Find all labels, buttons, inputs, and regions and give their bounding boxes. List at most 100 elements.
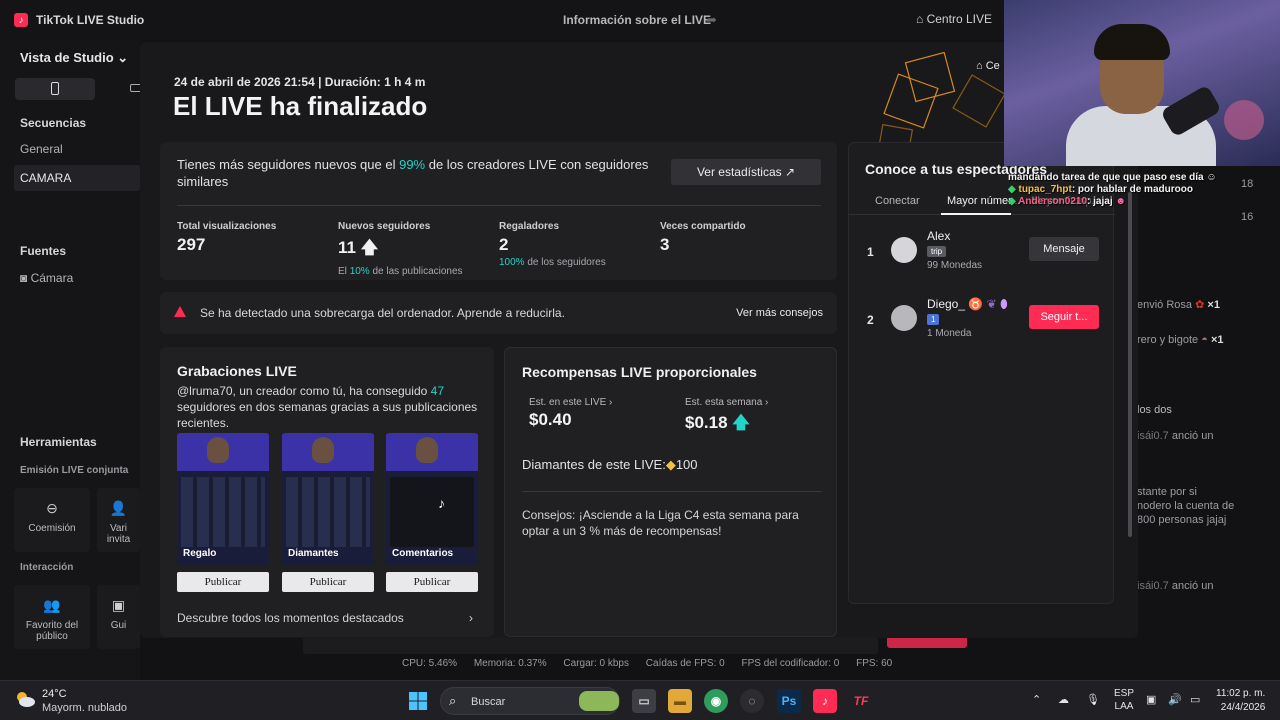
upload-status: Cargar: 0 kbps <box>563 658 629 669</box>
reward-this-week-value: $0.18 <box>685 413 728 432</box>
thumb-face <box>207 437 229 463</box>
viewer-coins: 99 Monedas <box>927 260 983 271</box>
favorite-label: Favorito del público <box>25 620 79 642</box>
bg-gift-rose-text: envió Rosa <box>1137 299 1193 311</box>
coemision-label: Coemisión <box>28 523 76 534</box>
landscape-toggle[interactable] <box>126 78 142 100</box>
task-view-icon[interactable]: ▭ <box>632 689 656 713</box>
chat-text: mandando tarea de que que paso ese día <box>1008 172 1204 183</box>
gem-icon: ⬮ <box>1000 297 1008 311</box>
viewer-name[interactable]: Alex <box>927 229 950 243</box>
hat-icon: ◓ <box>1201 334 1208 346</box>
viewers-panel: Conoce a tus espectadores Conectar Mayor… <box>848 142 1115 604</box>
viewer-name[interactable]: Diego_ ♉ ❦ ⬮ <box>927 297 1008 312</box>
rabbit-icon: ♉ <box>968 297 984 311</box>
discover-highlights-link[interactable]: Descubre todos los momentos destacados › <box>177 611 473 625</box>
diamonds-line: Diamantes de este LIVE:◆100 <box>522 457 698 473</box>
reward-this-week[interactable]: Est. esta semana › $0.18 🡅 <box>685 397 768 439</box>
follow-back-button[interactable]: Seguir t... <box>1029 305 1099 329</box>
publish-button[interactable]: Publicar <box>177 572 269 592</box>
thumbnail-gift[interactable]: Regalo <box>177 433 269 565</box>
sequence-general[interactable]: General <box>20 142 63 156</box>
volume-icon[interactable]: 🔊 <box>1168 693 1182 706</box>
app-title: TikTok LIVE Studio <box>36 13 145 27</box>
stat-sub-post: de los seguidores <box>524 257 606 268</box>
taskbar-search[interactable]: ⌕ Buscar <box>440 687 620 715</box>
more-tips-link[interactable]: Ver más consejos <box>736 307 823 319</box>
external-arrow-icon: ↗ <box>785 165 796 179</box>
tiktok-studio-icon[interactable]: ♪ <box>813 689 837 713</box>
rewards-card: Recompensas LIVE proporcionales Est. en … <box>504 347 837 637</box>
view-stats-button[interactable]: Ver estadísticas ↗ <box>671 159 821 185</box>
various-invite-tool[interactable]: 👤 Vari invita <box>97 488 140 552</box>
bg-line-2: isái0.7 anció un <box>1137 430 1213 442</box>
tab-conectar[interactable]: Conectar <box>875 195 920 207</box>
portrait-toggle[interactable] <box>15 78 95 100</box>
cloud-sun-icon <box>17 692 35 707</box>
live-info-title[interactable]: Información sobre el LIVE <box>563 13 711 27</box>
reward-this-live[interactable]: Est. en este LIVE › $0.40 <box>529 397 612 430</box>
thumbnail-comments[interactable]: ♪ Comentarios <box>386 433 478 565</box>
bg-gift-rose-count: ×1 <box>1207 299 1220 311</box>
left-sidebar: Vista de Studio ⌄ Secuencias General CAM… <box>0 40 142 680</box>
divider <box>177 205 821 206</box>
share-icon[interactable]: ➦ <box>706 12 717 28</box>
chevron-right-icon: › <box>765 397 769 408</box>
publish-button[interactable]: Publicar <box>282 572 374 592</box>
language-indicator[interactable]: ESP LAA <box>1114 687 1134 713</box>
file-explorer-icon[interactable]: ▬ <box>668 689 692 713</box>
source-camera[interactable]: ◙ Cámara <box>20 271 73 285</box>
system-clock[interactable]: 11:02 p. m. 24/4/2026 <box>1216 687 1265 715</box>
bg-line-6: isái0.7 anció un <box>1137 580 1213 592</box>
avatar[interactable] <box>891 237 917 263</box>
interaction-header: Interacción <box>20 562 74 573</box>
centro-live-button[interactable]: ⌂ Centro LIVE <box>916 12 992 26</box>
stat-value: 297 <box>177 235 206 254</box>
centro-live-label: Centro LIVE <box>926 12 992 26</box>
publish-button[interactable]: Publicar <box>386 572 478 592</box>
bg-line-5: 800 personas jajaj <box>1137 514 1227 526</box>
sequence-camara[interactable]: CAMARA <box>20 171 71 185</box>
battery-icon[interactable]: ▭ <box>1190 693 1200 706</box>
modal-title: El LIVE ha finalizado <box>173 91 428 121</box>
audience-favorite-tool[interactable]: 👥 Favorito del público <box>14 585 90 649</box>
viewer-coins: 1 Moneda <box>927 328 972 339</box>
stat-label: Veces compartido <box>660 221 746 232</box>
photoshop-icon[interactable]: Ps <box>777 689 801 713</box>
cloud-icon[interactable]: ☁ <box>1058 693 1069 706</box>
reward-this-live-label: Est. en este LIVE <box>529 397 607 408</box>
viewer-rank: 1 <box>867 245 874 259</box>
message-button[interactable]: Mensaje <box>1029 237 1099 261</box>
comparison-pre: Tienes más seguidores nuevos que el <box>177 157 400 172</box>
thumbnail-diamonds[interactable]: Diamantes <box>282 433 374 565</box>
thumbnail-label: Diamantes <box>288 548 339 559</box>
clock-date: 24/4/2026 <box>1220 702 1266 713</box>
chat-line: ◆ Anderson0210: jajaj ☻ <box>1008 196 1217 208</box>
chevron-up-icon[interactable]: ⌃ <box>1032 693 1041 706</box>
thumb-face <box>416 437 438 463</box>
coemision-tool[interactable]: ⊖ Coemisión <box>14 488 90 552</box>
obs-icon[interactable]: ◌ <box>740 689 764 713</box>
discover-highlights-label: Descubre todos los momentos destacados <box>177 611 404 625</box>
close-button[interactable]: ⌂ Ce <box>976 60 1000 72</box>
chrome-icon[interactable]: ◉ <box>704 689 728 713</box>
tiktok-logo-icon: ♪ <box>438 495 445 511</box>
avatar[interactable] <box>891 305 917 331</box>
stat-gifters: Regaladores 2 100% de los seguidores <box>499 221 606 268</box>
scrollbar[interactable] <box>1128 192 1132 537</box>
recordings-title: Grabaciones LIVE <box>177 363 297 379</box>
microphone-icon[interactable]: 🎙 <box>1086 693 1100 706</box>
windows-taskbar: 24°C Mayorm. nublado ⌕ Buscar ▭ ▬ ◉ ◌ Ps… <box>0 680 1280 720</box>
thumb-face <box>312 437 334 463</box>
rewards-title: Recompensas LIVE proporcionales <box>522 364 757 380</box>
guide-tool[interactable]: ▣ Gui <box>97 585 140 649</box>
light-blob <box>1224 100 1264 140</box>
tf-app-icon[interactable]: TF <box>849 689 873 713</box>
network-icon[interactable]: ▣ <box>1146 693 1156 706</box>
bg-line-6-text: anció un <box>1171 580 1214 592</box>
bg-line-3: stante por si <box>1137 486 1197 498</box>
arrow-up-icon: 🡅 <box>732 413 750 432</box>
studio-view-dropdown[interactable]: Vista de Studio ⌄ <box>20 50 128 66</box>
windows-start-icon[interactable] <box>406 689 430 713</box>
chevron-down-icon: ⌄ <box>117 50 129 65</box>
